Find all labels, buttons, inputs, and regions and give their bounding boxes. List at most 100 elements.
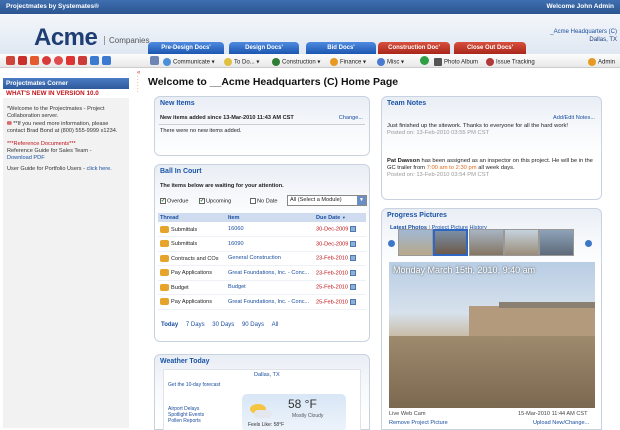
sidebar: Projectmates Corner WHAT'S NEW IN VERSIO… — [3, 78, 129, 430]
filter-30-days[interactable]: 30 Days — [212, 322, 234, 328]
search-icon[interactable] — [54, 56, 63, 65]
sidebar-splitter[interactable]: «::: — [137, 70, 142, 120]
menu-communicate[interactable]: Communicate ▾ — [163, 58, 215, 66]
change-link[interactable]: Change... — [339, 115, 363, 121]
col-due-date[interactable]: Due Date ▼ — [314, 213, 366, 222]
help-icon[interactable] — [66, 56, 75, 65]
forecast-link[interactable]: Get the 10-day forecast — [168, 382, 220, 388]
row-thread: Contracts and COs — [171, 255, 219, 262]
ball-title: Ball In Court — [160, 168, 202, 175]
row-thread: Pay Applications — [171, 299, 213, 306]
click-here-link[interactable]: click here. — [87, 166, 112, 172]
print-icon[interactable] — [78, 56, 87, 65]
add-edit-notes-link[interactable]: Add/Edit Notes... — [553, 115, 595, 121]
pollen-reports-link[interactable]: Pollen Reports — [168, 418, 201, 424]
filter-90-days[interactable]: 90 Days — [242, 322, 264, 328]
sidebar-help-text: **If you need more information, please c… — [7, 121, 118, 134]
menu-finance[interactable]: Finance ▾ — [330, 58, 366, 66]
welcome-user[interactable]: Welcome John Admin — [546, 3, 614, 10]
top-bar: Projectmates by Systemates® Welcome John… — [0, 0, 620, 14]
team-notes-panel: Team Notes Add/Edit Notes... Just finish… — [381, 96, 602, 200]
table-row[interactable]: Budget Budget 25-Feb-2010 — [158, 280, 366, 295]
table-row[interactable]: Submittals 16060 30-Dec-2009 — [158, 222, 366, 237]
admin-link[interactable]: Admin — [588, 58, 615, 66]
row-item-link[interactable]: Great Foundations, Inc. - Conc... — [226, 265, 314, 281]
remove-picture-link[interactable]: Remove Project Picture — [389, 420, 448, 426]
thumbnail[interactable] — [398, 229, 433, 256]
webcam-image[interactable]: Monday March 15th, 2010, 9:40 am — [389, 262, 595, 408]
col-item[interactable]: Item — [226, 213, 314, 222]
no-date-checkbox[interactable]: No Date — [250, 198, 278, 204]
note-2-posted: Posted on: 13-Feb-2010 03:54 PM CST — [387, 172, 490, 178]
overdue-checkbox[interactable]: ✔ Overdue — [160, 198, 188, 204]
thumbnail-selected[interactable] — [433, 229, 468, 256]
project-location[interactable]: _Acme Headquarters (C) Dallas, TX — [550, 28, 617, 44]
next-arrow-icon[interactable] — [585, 240, 592, 247]
mail-icon[interactable] — [6, 56, 15, 65]
home-icon[interactable] — [30, 56, 39, 65]
calendar-icon[interactable] — [349, 284, 356, 290]
weather-panel: Weather Today Dallas, TX Get the 10-day … — [154, 354, 370, 430]
table-row[interactable]: Contracts and COs General Construction 23-… — [158, 251, 366, 266]
download-pdf-link[interactable]: Download PDF — [7, 155, 125, 162]
tab-pre-design[interactable]: Pre-Design Docs' — [148, 42, 224, 54]
refresh-icon[interactable] — [42, 56, 51, 65]
cloud-icon — [254, 410, 272, 418]
date-filter-bar: Today 7 Days 30 Days 90 Days All — [161, 322, 278, 328]
forward-arrow-icon[interactable] — [102, 56, 111, 65]
calendar-icon[interactable] — [349, 255, 356, 261]
filter-7-days[interactable]: 7 Days — [186, 322, 205, 328]
project-name[interactable]: _Acme Headquarters (C) — [550, 28, 617, 36]
thumbnail[interactable] — [539, 229, 574, 256]
note-2: Pat Dawson has been assigned as an inspe… — [387, 158, 597, 179]
thumbnail[interactable] — [469, 229, 504, 256]
photo-album-link[interactable]: Photo Album — [434, 58, 478, 66]
globe-icon[interactable] — [420, 56, 429, 65]
table-row[interactable]: Pay Applications Great Foundations, Inc. … — [158, 265, 366, 281]
tab-close-out[interactable]: Close Out Docs' — [454, 42, 526, 54]
menu-misc[interactable]: Misc ▾ — [377, 58, 404, 66]
folder-icon — [160, 254, 169, 262]
chat-icon — [163, 58, 171, 66]
person-icon[interactable] — [150, 56, 159, 65]
ball-table: Thread Item Due Date ▼ Submittals 16060 30… — [158, 213, 366, 310]
back-arrow-icon[interactable] — [90, 56, 99, 65]
menu-todo[interactable]: To Do... ▾ — [224, 58, 259, 66]
row-item-link[interactable]: General Construction — [226, 251, 314, 266]
weather-city[interactable]: Dallas, TX — [254, 372, 280, 378]
filter-today[interactable]: Today — [161, 322, 178, 328]
thumbnail[interactable] — [504, 229, 539, 256]
calendar-icon[interactable] — [349, 240, 356, 247]
menu-construction[interactable]: Construction ▾ — [272, 58, 320, 66]
empty-check-icon — [250, 198, 256, 204]
calendar-icon[interactable] — [349, 298, 356, 305]
tab-design[interactable]: Design Docs' — [229, 42, 299, 54]
toolbar: Communicate ▾ To Do... ▾ Construction ▾ … — [0, 54, 620, 68]
calendar-icon[interactable] — [18, 56, 27, 65]
upload-picture-link[interactable]: Upload New/Change... — [533, 420, 589, 426]
issue-tracking-link[interactable]: Issue Tracking — [486, 58, 535, 66]
row-due: 25-Feb-2010 — [316, 298, 349, 305]
module-select[interactable]: All (Select a Module) ▼ — [287, 195, 367, 206]
calendar-icon[interactable] — [349, 225, 356, 232]
module-select-value: All (Select a Module) — [290, 197, 342, 203]
prev-arrow-icon[interactable] — [388, 240, 395, 247]
admin-label: Admin — [598, 59, 616, 66]
tab-bid[interactable]: Bid Docs' — [306, 42, 376, 54]
row-item-link[interactable]: 16090 — [226, 236, 314, 252]
col-thread[interactable]: Thread — [158, 213, 226, 222]
company-logo-sub: Companies — [104, 36, 149, 45]
upcoming-checkbox[interactable]: ✔ Upcoming — [199, 198, 231, 204]
row-item-link[interactable]: Budget — [226, 280, 314, 295]
tab-construction[interactable]: Construction Doc' — [378, 42, 450, 54]
table-row[interactable]: Submittals 16090 30-Dec-2009 — [158, 236, 366, 252]
calendar-icon[interactable] — [349, 269, 356, 276]
row-item-link[interactable]: Great Foundations, Inc. - Conc... — [226, 294, 314, 310]
table-row[interactable]: Pay Applications Great Foundations, Inc. … — [158, 294, 366, 310]
filter-all[interactable]: All — [272, 322, 279, 328]
weather-title: Weather Today — [160, 358, 210, 365]
ball-in-court-panel: Ball In Court The items below are waitin… — [154, 164, 370, 342]
folder-icon — [160, 283, 169, 291]
whats-new-link[interactable]: WHAT'S NEW IN VERSION 10.0 — [3, 89, 129, 98]
row-item-link[interactable]: 16060 — [226, 222, 314, 237]
